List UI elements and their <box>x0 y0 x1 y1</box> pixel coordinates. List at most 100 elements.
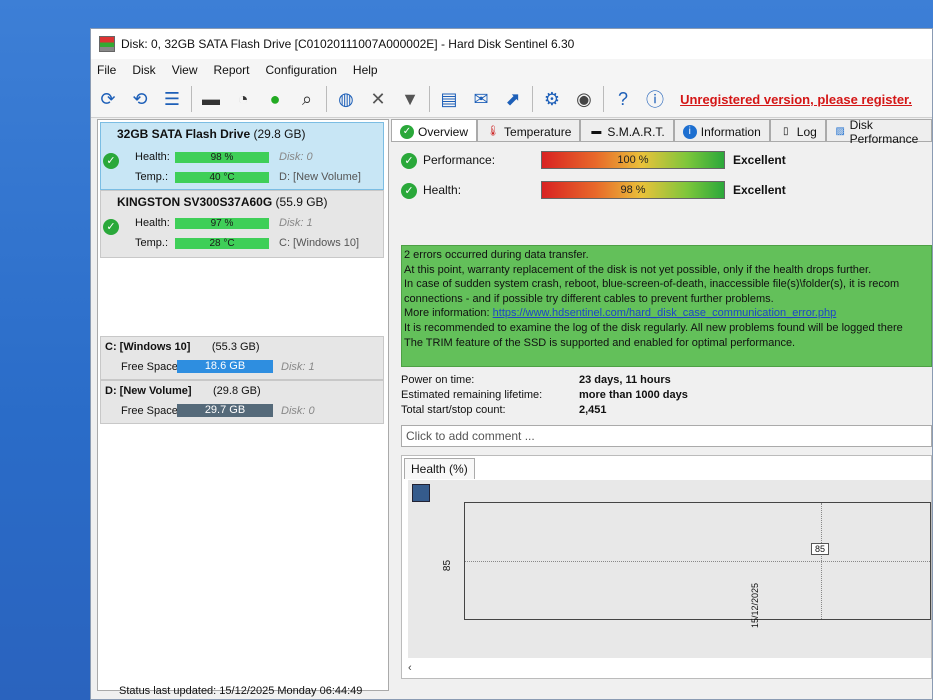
start-stop-label: Total start/stop count: <box>401 404 506 416</box>
menu-configuration[interactable]: Configuration <box>260 63 347 77</box>
tab-smart[interactable]: ▬ S.M.A.R.T. <box>580 119 674 141</box>
check-icon: ✓ <box>103 219 119 235</box>
comment-field[interactable]: Click to add comment ... <box>401 425 932 447</box>
power-on-value: 23 days, 11 hours <box>579 374 671 386</box>
info-icon: i <box>682 125 697 139</box>
check-icon: ✓ <box>401 183 417 199</box>
toolbar-separator <box>532 86 533 112</box>
message-line: The TRIM feature of the SSD is supported… <box>404 336 796 349</box>
gridline <box>465 561 930 562</box>
volume-item-d[interactable]: D: [New Volume] (29.8 GB) Free Space 29.… <box>100 380 384 424</box>
health-label: Health: <box>423 183 462 197</box>
menu-bar: File Disk View Report Configuration Help <box>91 59 932 81</box>
lifetime-label: Estimated remaining lifetime: <box>401 389 543 401</box>
tab-information[interactable]: i Information <box>673 119 770 141</box>
message-line: In case of sudden system crash, reboot, … <box>404 278 900 291</box>
disk-number: Disk: 1 <box>279 217 313 229</box>
status-bar: Status last updated: 15/12/2025 Monday 0… <box>119 685 363 697</box>
detail-panel: ✓ Overview 🌡 Temperature ▬ S.M.A.R.T. i Info… <box>391 118 932 689</box>
settings-gear-icon[interactable]: ⚙ <box>539 86 565 112</box>
disk-clock-icon[interactable]: ◔ <box>230 86 256 112</box>
menu-view[interactable]: View <box>166 63 208 77</box>
info-icon[interactable]: ⓘ <box>642 86 668 112</box>
tab-disk-performance[interactable]: ▨ Disk Performance <box>825 118 932 146</box>
network-disk-icon[interactable]: ◍ <box>333 86 359 112</box>
lifetime-value: more than 1000 days <box>579 389 688 401</box>
disk-item-1[interactable]: KINGSTON SV300S37A60G (55.9 GB) ✓ Health… <box>100 190 384 258</box>
tab-health-chart[interactable]: Health (%) <box>404 458 475 479</box>
free-space-label: Free Space <box>121 405 178 417</box>
performance-label: Performance: <box>423 153 496 167</box>
send-icon[interactable]: ⬈ <box>500 86 526 112</box>
horizontal-scrollbar[interactable]: ‹ <box>408 662 931 676</box>
menu-file[interactable]: File <box>91 63 126 77</box>
report-icon[interactable]: ▤ <box>436 86 462 112</box>
refresh-icon[interactable]: ⟳ <box>95 86 121 112</box>
disk-list-panel: 32GB SATA Flash Drive (29.8 GB) ✓ Health… <box>97 119 389 691</box>
message-line: At this point, warranty replacement of t… <box>404 263 872 276</box>
data-label: 85 <box>811 543 830 555</box>
install-icon[interactable]: ▼ <box>397 86 423 112</box>
y-tick-label: 85 <box>442 559 454 572</box>
power-on-label: Power on time: <box>401 374 475 386</box>
tab-overview[interactable]: ✓ Overview <box>391 119 478 141</box>
temp-label: Temp.: <box>135 171 169 183</box>
tab-temperature[interactable]: 🌡 Temperature <box>477 119 581 141</box>
menu-disk[interactable]: Disk <box>126 63 165 77</box>
check-icon: ✓ <box>401 153 417 169</box>
message-line: connections - and if possible try differ… <box>404 292 774 305</box>
performance-bar: 100 % <box>541 151 725 169</box>
disk-test-icon[interactable]: ▬ <box>198 86 224 112</box>
toolbar-separator <box>326 86 327 112</box>
temp-bar: 40 °C <box>175 172 269 183</box>
refresh-all-icon[interactable]: ⟲ <box>127 86 153 112</box>
mail-icon[interactable]: ✉ <box>468 86 494 112</box>
app-icon <box>99 36 115 52</box>
message-line: 2 errors occurred during data transfer. <box>404 249 589 261</box>
gridline <box>821 503 822 619</box>
disk-number: Disk: 1 <box>281 361 315 373</box>
health-chart-panel: Health (%) 85 85 15/12/2025 ‹ <box>401 455 932 679</box>
performance-rating: Excellent <box>733 153 786 167</box>
temp-bar: 28 °C <box>175 238 269 249</box>
info-link[interactable]: https://www.hdsentinel.com/hard_disk_cas… <box>493 307 837 319</box>
volume-name: C: [Windows 10] <box>279 237 360 249</box>
tab-bar: ✓ Overview 🌡 Temperature ▬ S.M.A.R.T. i Info… <box>391 118 932 146</box>
disk-number: Disk: 0 <box>281 405 315 417</box>
audio-icon[interactable]: ◉ <box>571 86 597 112</box>
disk-ok-icon[interactable]: ● <box>262 86 288 112</box>
volume-name: C: [Windows 10] (55.3 GB) <box>105 341 260 353</box>
menu-help[interactable]: Help <box>347 63 388 77</box>
help-icon[interactable]: ? <box>610 86 636 112</box>
save-icon[interactable] <box>412 484 430 502</box>
health-bar: 97 % <box>175 218 269 229</box>
temp-label: Temp.: <box>135 237 169 249</box>
log-icon: ▯ <box>783 126 789 137</box>
tab-log[interactable]: ▯ Log <box>769 119 826 141</box>
tools-icon[interactable]: ✕ <box>365 86 391 112</box>
disk-number: Disk: 0 <box>279 151 313 163</box>
health-bar: 98 % <box>541 181 725 199</box>
message-line: It is recommended to examine the log of … <box>404 321 903 334</box>
volume-item-c[interactable]: C: [Windows 10] (55.3 GB) Free Space 18.… <box>100 336 384 380</box>
disk-name: 32GB SATA Flash Drive (29.8 GB) <box>117 127 306 141</box>
health-label: Health: <box>135 217 170 229</box>
register-link[interactable]: Unregistered version, please register. <box>680 92 912 107</box>
health-label: Health: <box>135 151 170 163</box>
list-icon[interactable]: ☰ <box>159 86 185 112</box>
check-icon: ✓ <box>103 153 119 169</box>
app-window: Disk: 0, 32GB SATA Flash Drive [C0102011… <box>90 28 933 700</box>
status-message: 2 errors occurred during data transfer. … <box>401 245 932 367</box>
volume-name: D: [New Volume] (29.8 GB) <box>105 385 261 397</box>
disk-item-0[interactable]: 32GB SATA Flash Drive (29.8 GB) ✓ Health… <box>100 122 384 190</box>
health-bar: 98 % <box>175 152 269 163</box>
chart-area: 85 85 15/12/2025 <box>408 480 931 658</box>
toolbar-separator <box>429 86 430 112</box>
menu-report[interactable]: Report <box>207 63 259 77</box>
disk-name: KINGSTON SV300S37A60G (55.9 GB) <box>117 195 328 209</box>
disk-search-icon[interactable]: ⌕ <box>294 86 320 112</box>
health-rating: Excellent <box>733 183 786 197</box>
chart-plot: 85 <box>464 502 931 620</box>
smart-icon: ▬ <box>591 126 602 137</box>
thermometer-icon: 🌡 <box>486 126 500 137</box>
